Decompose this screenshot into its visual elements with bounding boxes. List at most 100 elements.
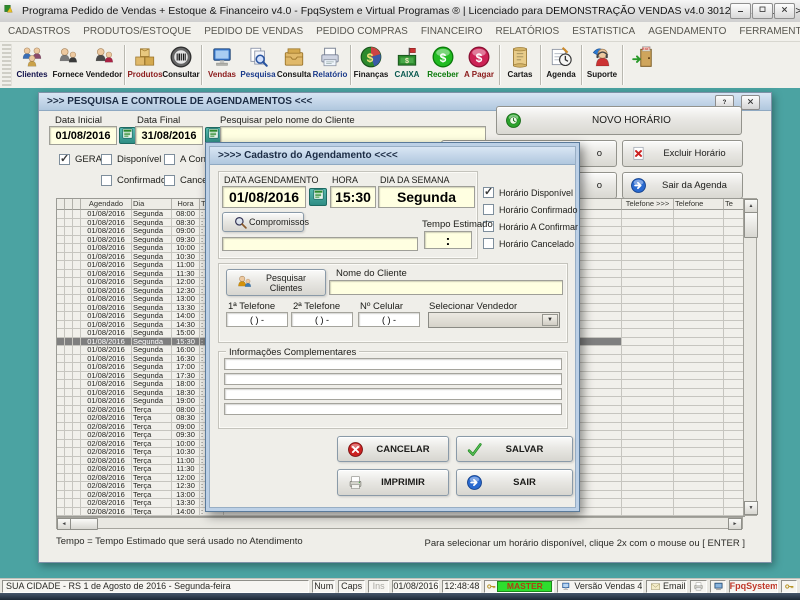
toolbar-button-finan-as[interactable]: $Finanças (353, 42, 389, 88)
celular-input[interactable]: ( ) - (358, 312, 420, 327)
menu-item-pedido-de-vendas[interactable]: PEDIDO DE VENDAS (204, 26, 303, 37)
checkbox[interactable] (483, 187, 494, 198)
scroll-down-arrow[interactable]: ▼ (744, 501, 758, 515)
menu-item-ferramentas[interactable]: FERRAMENTAS (739, 26, 800, 37)
dropdown-arrow-icon[interactable]: ▼ (542, 314, 558, 326)
vendedor-dropdown[interactable]: ▼ (428, 312, 560, 328)
window-close-button[interactable] (741, 95, 760, 110)
toolbar-drag-handle[interactable] (2, 44, 12, 86)
toolbar-button-caixa[interactable]: $CAIXA (389, 42, 425, 88)
grid-header-cell[interactable]: Te (724, 199, 744, 210)
dialog-caption[interactable]: >>>> Cadastro do Agendamento <<<< (210, 147, 575, 165)
grid-header-cell[interactable]: Agendado (81, 199, 132, 210)
grid-vscrollbar[interactable]: ▲ ▼ (743, 198, 757, 516)
menu-item-financeiro[interactable]: FINANCEIRO (421, 26, 483, 37)
grid-header-cell[interactable]: Hora (172, 199, 200, 210)
status-checkbox-hor-rio-dispon-vel[interactable]: Horário Disponível (483, 187, 573, 198)
excluir-horario-button[interactable]: Excluir Horário (622, 140, 743, 167)
data-inicial-input[interactable]: 01/08/2016 (49, 126, 117, 145)
sair-agenda-button[interactable]: Sair da Agenda (622, 172, 743, 199)
grid-header-cell[interactable]: Telefone >>> (622, 199, 674, 210)
checkbox[interactable] (164, 154, 175, 165)
toolbar-button-clientes[interactable]: Clientes (14, 42, 50, 88)
app-logo-icon (4, 4, 18, 18)
tel2-input[interactable]: ( ) - (291, 312, 353, 327)
toolbar-button-exit[interactable]: EXIT (625, 42, 661, 88)
menu-item-estatistica[interactable]: ESTATISTICA (572, 26, 635, 37)
grid-header-cell[interactable]: Telefone (674, 199, 724, 210)
toolbar-button-receber[interactable]: $Receber (425, 42, 461, 88)
toolbar-button-cartas[interactable]: Cartas (502, 42, 538, 88)
menu-item-pedido-compras[interactable]: PEDIDO COMPRAS (316, 26, 408, 37)
info-line-input[interactable] (224, 358, 562, 370)
toolbar-button-vendedor[interactable]: Vendedor (86, 42, 122, 88)
minimize-button[interactable] (730, 3, 751, 19)
info-line-input[interactable] (224, 388, 562, 400)
filter-checkbox-dispon-vel[interactable]: Disponível (101, 154, 161, 165)
salvar-button[interactable]: SALVAR (456, 436, 573, 462)
restore-button[interactable] (752, 3, 773, 19)
tempo-estimado-input[interactable]: : (424, 231, 472, 249)
compromissos-button[interactable]: Compromissos (222, 212, 304, 232)
novo-horario-button[interactable]: NOVO HORÁRIO (496, 106, 742, 135)
nome-cliente-input[interactable] (329, 280, 563, 295)
toolbar-button-suporte[interactable]: Suporte (584, 42, 620, 88)
table-cell (674, 372, 724, 381)
status-checkbox-hor-rio-a-confirmar[interactable]: Horário A Confirmar (483, 221, 578, 232)
status-checkbox-hor-rio-confirmado[interactable]: Horário Confirmado (483, 204, 578, 215)
compromissos-input[interactable] (222, 237, 418, 251)
table-cell: 10:30 (172, 253, 200, 262)
checkbox[interactable] (101, 154, 112, 165)
sair-button[interactable]: SAIR (456, 469, 573, 496)
scroll-right-arrow[interactable]: ► (728, 518, 742, 530)
grid-header-cell[interactable]: Dia (132, 199, 172, 210)
toolbar-button-consultar[interactable]: Consultar (163, 42, 199, 88)
status-printer[interactable] (690, 580, 707, 593)
vscroll-thumb[interactable] (744, 212, 758, 238)
toolbar-button-produtos[interactable]: Produtos (127, 42, 163, 88)
filter-checkbox-geral[interactable]: GERAL (59, 154, 107, 165)
filter-checkbox-confirmado[interactable]: Confirmado (101, 175, 166, 186)
toolbar-button-pesquisa[interactable]: Pesquisa (240, 42, 276, 88)
grid-header-cell[interactable] (57, 199, 65, 210)
dialog-calendar-button[interactable] (309, 188, 327, 206)
dia-da-semana-input[interactable]: Segunda (378, 186, 475, 208)
table-cell (724, 380, 744, 389)
hscroll-thumb[interactable] (70, 518, 98, 530)
pesquisar-clientes-button[interactable]: Pesquisar Clientes (226, 269, 326, 296)
grid-header-cell[interactable] (65, 199, 73, 210)
checkbox[interactable] (164, 175, 175, 186)
toolbar-button-consulta[interactable]: Consulta (276, 42, 312, 88)
info-line-input[interactable] (224, 373, 562, 385)
toolbar-button-fornece[interactable]: Fornece (50, 42, 86, 88)
menu-item-agendamento[interactable]: AGENDAMENTO (648, 26, 726, 37)
info-line-input[interactable] (224, 403, 562, 415)
checkbox[interactable] (483, 238, 494, 249)
menu-item-cadastros[interactable]: CADASTROS (8, 26, 70, 37)
imprimir-button[interactable]: IMPRIMIR (337, 469, 449, 496)
toolbar-button-a-pagar[interactable]: $A Pagar (461, 42, 497, 88)
status-checkbox-hor-rio-cancelado[interactable]: Horário Cancelado (483, 238, 574, 249)
grid-hscrollbar[interactable]: ◄ ► (56, 517, 743, 529)
grid-header-cell[interactable] (73, 199, 81, 210)
toolbar-button-agenda[interactable]: Agenda (543, 42, 579, 88)
cancelar-button[interactable]: CANCELAR (337, 436, 449, 462)
checkbox[interactable] (483, 204, 494, 215)
status-monitor[interactable] (710, 580, 727, 593)
checkbox[interactable] (101, 175, 112, 186)
status-email[interactable]: Email (646, 580, 687, 593)
data-agendamento-input[interactable]: 01/08/2016 (222, 186, 306, 208)
data-final-input[interactable]: 31/08/2016 (135, 126, 203, 145)
menu-item-produtos-estoque[interactable]: PRODUTOS/ESTOQUE (83, 26, 191, 37)
table-cell (622, 295, 674, 304)
menu-item-relat-rios[interactable]: RELATÓRIOS (496, 26, 560, 37)
toolbar-button-vendas[interactable]: Vendas (204, 42, 240, 88)
tel1-input[interactable]: ( ) - (226, 312, 288, 327)
close-button[interactable] (774, 3, 795, 19)
checkbox[interactable] (59, 154, 70, 165)
scroll-up-arrow[interactable]: ▲ (744, 199, 758, 213)
data-inicial-calendar-button[interactable] (119, 127, 136, 144)
scroll-left-arrow[interactable]: ◄ (57, 518, 71, 530)
hora-input[interactable]: 15:30 (330, 186, 376, 208)
toolbar-button-relat-rio[interactable]: Relatório (312, 42, 348, 88)
